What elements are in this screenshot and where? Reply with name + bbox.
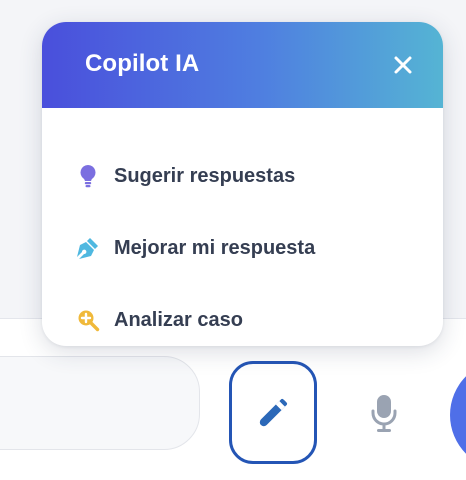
microphone-icon: [371, 395, 397, 432]
menu-item-label: Mejorar mi respuesta: [114, 236, 316, 259]
popup-title: Copilot IA: [85, 50, 200, 77]
menu-item-analyze-case[interactable]: Analizar caso: [42, 290, 443, 346]
close-icon: [394, 56, 412, 74]
menu-item-label: Sugerir respuestas: [114, 164, 296, 187]
magic-wand-icon: [259, 398, 288, 426]
lightbulb-icon: [76, 164, 100, 188]
close-button[interactable]: [391, 53, 415, 77]
microphone-button[interactable]: [364, 390, 404, 436]
search-plus-icon: [76, 308, 100, 332]
copilot-button[interactable]: [229, 361, 317, 464]
menu-item-label: Analizar caso: [114, 308, 243, 331]
message-input[interactable]: [0, 356, 200, 450]
menu-item-suggest-replies[interactable]: Sugerir respuestas: [42, 146, 443, 206]
popup-header: Copilot IA: [42, 22, 443, 108]
menu-item-improve-reply[interactable]: Mejorar mi respuesta: [42, 218, 443, 278]
pen-nib-icon: [76, 236, 100, 260]
copilot-popup: Copilot IA Sugerir respuestas Mejorar mi…: [42, 22, 443, 346]
chat-composer-stage: Copilot IA Sugerir respuestas Mejorar mi…: [0, 0, 466, 480]
